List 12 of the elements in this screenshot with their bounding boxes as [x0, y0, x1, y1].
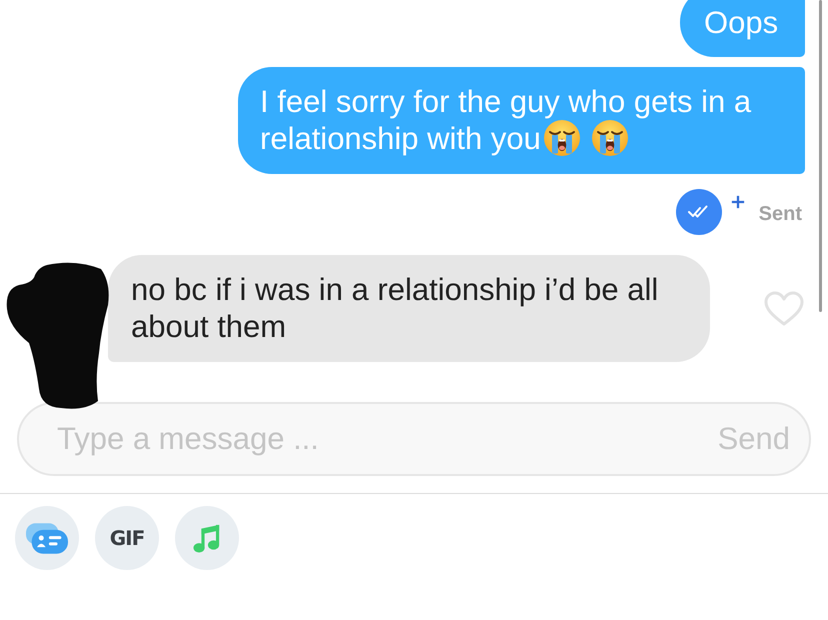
sticker-icon: [26, 522, 68, 554]
crying-face-icon: [544, 120, 580, 156]
gif-button[interactable]: GIF: [95, 506, 159, 570]
music-note-icon: [193, 523, 221, 553]
plus-icon[interactable]: [730, 195, 745, 209]
double-check-icon[interactable]: [676, 189, 722, 235]
delivery-status: Sent: [758, 202, 802, 226]
message-text: Oops: [704, 5, 778, 40]
crying-face-icon: [592, 120, 628, 156]
message-text: I feel sorry for the guy who gets in a: [260, 84, 752, 119]
message-text: relationship with you: [260, 121, 541, 156]
message-text: no bc if i was in a relationship i’d be all about them: [131, 272, 658, 344]
